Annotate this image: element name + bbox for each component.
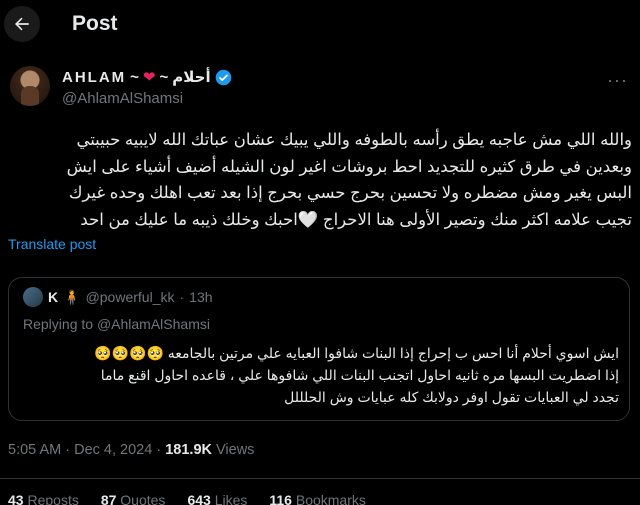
post-date[interactable]: Dec 4, 2024 [74,442,152,458]
heart-icon: ❤ [142,69,156,86]
likes-stat[interactable]: 643 Likes [187,492,247,505]
post-text: والله اللي مش عاجبه يطق رأسه بالطوفه وال… [8,127,632,233]
views-label: Views [216,442,255,458]
author-handle[interactable]: @AhlamAlShamsi [62,90,183,107]
bookmarks-count: 116 [269,492,292,505]
likes-label: Likes [214,492,248,505]
post-text-line: تجيب علامه اكثر منك وتصير الأولى هنا الا… [80,210,632,229]
author-name[interactable]: AHLAM ~ ❤ ~ أحلام [62,68,232,86]
more-options-icon[interactable]: ··· [607,70,628,91]
person-emoji-icon: 🧍 [63,288,81,305]
quoted-post-header: K 🧍 @powerful_kk · 13h [23,287,213,307]
back-button[interactable] [4,6,40,42]
post-author: AHLAM ~ ❤ ~ أحلام @AhlamAlShamsi ··· [8,62,628,114]
post-metadata: 5:05 AM · Dec 4, 2024 · 181.9K Views [8,442,254,458]
separator-dot: · [156,442,162,458]
separator-dot: · [179,289,185,305]
engagement-stats: 43 Reposts 87 Quotes 643 Likes 116 Bookm… [8,492,366,505]
top-bar: Post [0,0,640,50]
separator-dot: · [65,442,71,458]
post-time[interactable]: 5:05 AM [8,442,61,458]
replying-to-label: Replying to [23,316,94,332]
quoted-post-text: ايش اسوي أحلام أنا احس ب إحراج إذا البنا… [23,342,619,408]
quoted-text-line: إذا اضطريت البسها مره ثانيه احاول اتجنب … [100,367,619,383]
likes-count: 643 [187,492,211,505]
author-name-latin: AHLAM [62,68,127,86]
name-separator: ~ [159,68,169,86]
avatar[interactable] [23,287,43,307]
quotes-label: Quotes [120,492,166,505]
post-text-line: والله اللي مش عاجبه يطق رأسه بالطوفه وال… [76,131,632,149]
author-name-arabic: أحلام [172,69,211,86]
avatar[interactable] [10,66,50,106]
divider [0,478,640,479]
page-title: Post [72,12,118,35]
post-text-line: البس يغير ومش مضطره ولا تحسين بحرج حسي ب… [68,184,632,202]
bookmarks-stat[interactable]: 116 Bookmarks [269,492,366,505]
quotes-stat[interactable]: 87 Quotes [101,492,166,505]
bookmarks-label: Bookmarks [295,492,366,505]
reposts-label: Reposts [27,492,79,505]
quoted-text-line: ايش اسوي أحلام أنا احس ب إحراج إذا البنا… [94,345,619,361]
reposts-stat[interactable]: 43 Reposts [8,492,79,505]
verified-badge-icon [215,69,232,86]
quoted-post[interactable]: K 🧍 @powerful_kk · 13h Replying to @Ahla… [8,277,630,421]
views-count: 181.9K [165,442,212,458]
quoted-author-name[interactable]: K [48,289,58,305]
reposts-count: 43 [8,492,24,505]
quoted-timestamp: 13h [189,289,213,305]
replying-to: Replying to @AhlamAlShamsi [23,316,210,332]
quoted-text-line: تجدد لي العبايات تقول اوفر دولابك كله عب… [284,389,619,405]
translate-post-link[interactable]: Translate post [8,236,96,252]
post-text-line: وبعدين في طرق كثيره للتجديد احط بروشات ا… [66,157,632,176]
quotes-count: 87 [100,492,117,505]
name-separator: ~ [130,68,139,86]
replying-to-handle[interactable]: @AhlamAlShamsi [97,316,210,332]
arrow-left-icon [15,17,29,31]
quoted-author-handle[interactable]: @powerful_kk [86,289,175,305]
